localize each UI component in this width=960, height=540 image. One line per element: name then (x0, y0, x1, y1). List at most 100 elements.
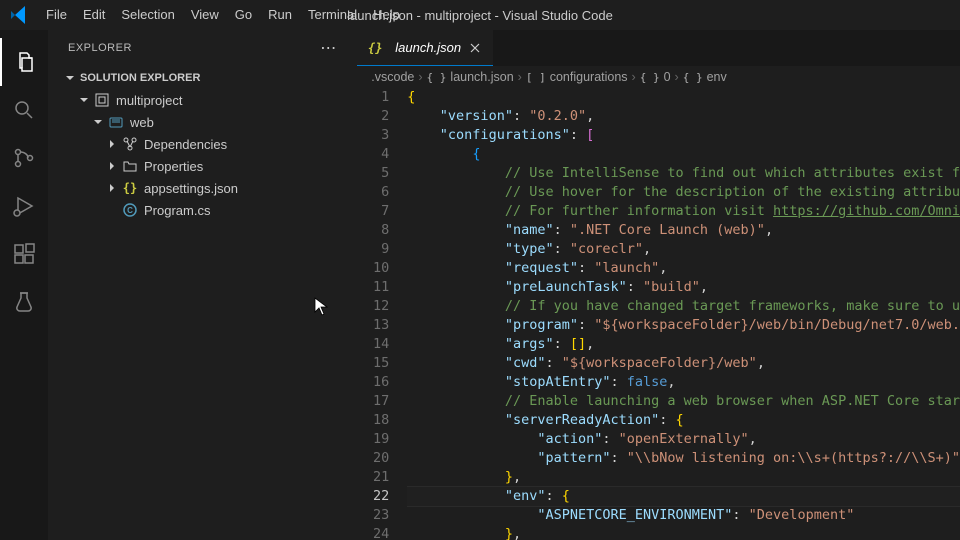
breadcrumb-item[interactable]: { }launch.json (427, 70, 514, 84)
activity-bar (0, 30, 48, 540)
tree-item-dependencies[interactable]: Dependencies (48, 133, 357, 155)
line-number: 23 (357, 506, 389, 525)
line-number: 5 (357, 164, 389, 183)
code-line[interactable]: }, (407, 525, 960, 540)
solution-icon (94, 92, 110, 108)
code-line[interactable]: // For further information visit https:/… (407, 202, 960, 221)
line-number: 21 (357, 468, 389, 487)
code-editor[interactable]: 123456789101112131415161718192021222324 … (357, 88, 960, 540)
code-line[interactable]: "cwd": "${workspaceFolder}/web", (407, 354, 960, 373)
tree-item-program-cs[interactable]: C Program.cs (48, 199, 357, 221)
search-icon[interactable] (0, 86, 48, 134)
close-icon[interactable] (467, 40, 483, 56)
code-line[interactable]: "env": { (407, 486, 960, 507)
chevron-right-icon: › (632, 70, 636, 84)
code-line[interactable]: // Use hover for the description of the … (407, 183, 960, 202)
code-line[interactable]: "name": ".NET Core Launch (web)", (407, 221, 960, 240)
code-line[interactable]: // Enable launching a web browser when A… (407, 392, 960, 411)
testing-icon[interactable] (0, 278, 48, 326)
line-number: 9 (357, 240, 389, 259)
csproj-icon (108, 114, 124, 130)
run-debug-icon[interactable] (0, 182, 48, 230)
line-number: 13 (357, 316, 389, 335)
extensions-icon[interactable] (0, 230, 48, 278)
breadcrumb-label: launch.json (450, 70, 513, 84)
tab-bar: {} launch.json (357, 30, 960, 66)
menu-bar: FileEditSelectionViewGoRunTerminalHelp l… (0, 0, 960, 30)
breadcrumb-label: configurations (550, 70, 628, 84)
code-line[interactable]: { (407, 145, 960, 164)
line-number: 17 (357, 392, 389, 411)
tree-label: Properties (144, 159, 203, 174)
breadcrumb-item[interactable]: { } env (683, 70, 727, 84)
more-actions-icon[interactable]: ⋯ (320, 38, 337, 58)
code-line[interactable]: "args": [], (407, 335, 960, 354)
code-line[interactable]: "program": "${workspaceFolder}/web/bin/D… (407, 316, 960, 335)
tree-section-header[interactable]: SOLUTION EXPLORER (48, 67, 357, 89)
code-line[interactable]: "stopAtEntry": false, (407, 373, 960, 392)
line-number: 18 (357, 411, 389, 430)
breadcrumb-item[interactable]: [ ] configurations (526, 70, 628, 84)
symbol-icon: [ ] (526, 71, 546, 84)
line-number: 16 (357, 373, 389, 392)
code-line[interactable]: // If you have changed target frameworks… (407, 297, 960, 316)
chevron-right-icon: › (518, 70, 522, 84)
menu-file[interactable]: File (38, 7, 75, 22)
code-line[interactable]: "version": "0.2.0", (407, 107, 960, 126)
symbol-icon: { } (683, 71, 703, 84)
tree-label: appsettings.json (144, 181, 238, 196)
chevron-right-icon (106, 160, 118, 172)
line-number: 11 (357, 278, 389, 297)
code-line[interactable]: "action": "openExternally", (407, 430, 960, 449)
code-line[interactable]: }, (407, 468, 960, 487)
line-number: 7 (357, 202, 389, 221)
chevron-right-icon (106, 138, 118, 150)
code-line[interactable]: "type": "coreclr", (407, 240, 960, 259)
tree-label: multiproject (116, 93, 182, 108)
menu-go[interactable]: Go (227, 7, 260, 22)
tree-item-web[interactable]: web (48, 111, 357, 133)
line-number: 10 (357, 259, 389, 278)
chevron-right-icon: › (675, 70, 679, 84)
breadcrumb-label: .vscode (371, 70, 414, 84)
tree-label: web (130, 115, 154, 130)
line-number: 19 (357, 430, 389, 449)
tab-bar-empty (493, 30, 960, 66)
code-line[interactable]: "configurations": [ (407, 126, 960, 145)
tree-item-appsettings[interactable]: {} appsettings.json (48, 177, 357, 199)
tab-label: launch.json (395, 40, 461, 55)
symbol-icon: { } (640, 71, 660, 84)
explorer-icon[interactable] (0, 38, 48, 86)
line-number: 15 (357, 354, 389, 373)
breadcrumb-label: env (707, 70, 727, 84)
code-line[interactable]: "ASPNETCORE_ENVIRONMENT": "Development" (407, 506, 960, 525)
code-line[interactable]: { (407, 88, 960, 107)
tree-item-properties[interactable]: Properties (48, 155, 357, 177)
symbol-icon: { } (427, 71, 447, 84)
folder-icon (122, 158, 138, 174)
code-line[interactable]: "preLaunchTask": "build", (407, 278, 960, 297)
section-label: SOLUTION EXPLORER (80, 72, 200, 84)
code-line[interactable]: "pattern": "\\bNow listening on:\\s+(htt… (407, 449, 960, 468)
menu-run[interactable]: Run (260, 7, 300, 22)
tab-launch-json[interactable]: {} launch.json (357, 30, 493, 66)
source-control-icon[interactable] (0, 134, 48, 182)
breadcrumb-item[interactable]: { }0 (640, 70, 671, 84)
menu-edit[interactable]: Edit (75, 7, 113, 22)
line-number: 20 (357, 449, 389, 468)
tree-label: Program.cs (144, 203, 210, 218)
line-number: 8 (357, 221, 389, 240)
line-number: 3 (357, 126, 389, 145)
chevron-right-icon (106, 182, 118, 194)
code-content[interactable]: { "version": "0.2.0", "configurations": … (407, 88, 960, 540)
code-line[interactable]: // Use IntelliSense to find out which at… (407, 164, 960, 183)
code-line[interactable]: "request": "launch", (407, 259, 960, 278)
window-title: launch.json - multiproject - Visual Stud… (347, 8, 613, 23)
line-number: 1 (357, 88, 389, 107)
code-line[interactable]: "serverReadyAction": { (407, 411, 960, 430)
menu-selection[interactable]: Selection (113, 7, 182, 22)
breadcrumb-item[interactable]: .vscode (371, 70, 414, 84)
sidebar: EXPLORER ⋯ SOLUTION EXPLORER multiprojec… (48, 30, 357, 540)
menu-view[interactable]: View (183, 7, 227, 22)
tree-item-multiproject[interactable]: multiproject (48, 89, 357, 111)
